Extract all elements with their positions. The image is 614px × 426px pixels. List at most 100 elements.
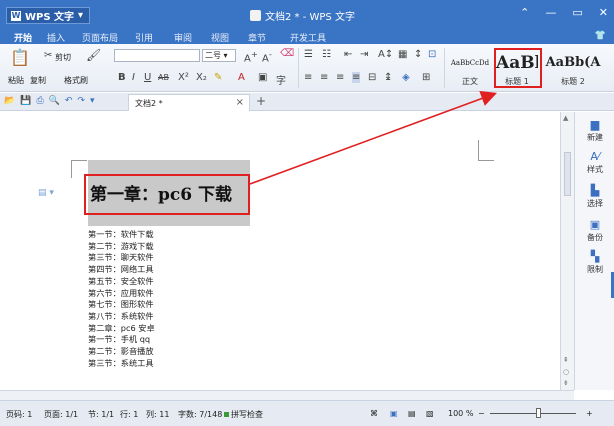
style-heading-2[interactable]: AaBb(A 标题 2 [543, 47, 603, 87]
shading-icon[interactable]: ◈ [402, 72, 410, 83]
tab-developer[interactable]: 开发工具 [290, 31, 326, 44]
style-normal[interactable]: AaBbCcDd 正文 [448, 47, 492, 87]
font-color-icon[interactable]: A [238, 72, 245, 83]
open-icon[interactable]: 📂 [4, 96, 15, 106]
zoom-in-icon[interactable]: + [586, 409, 593, 418]
status-pages: 页面: 1/1 [44, 410, 79, 419]
page-view-icon[interactable]: ▣ [390, 409, 398, 418]
distribute-icon[interactable]: ⊟ [368, 72, 376, 83]
print-icon[interactable]: ⎙ [36, 96, 43, 106]
align-right-icon[interactable]: ≡ [336, 72, 344, 83]
save-icon[interactable]: 💾 [20, 96, 31, 106]
close-icon[interactable]: ✕ [599, 6, 608, 19]
collapse-ribbon-icon[interactable]: ⌃ [520, 6, 529, 19]
shirt-icon[interactable]: 👕 [595, 31, 606, 41]
tab-references[interactable]: 引用 [135, 31, 153, 44]
document-canvas[interactable]: ▤ ▾ 第一章：pc6 下载 第一节：软件下载 第二节：游戏下载 第三节：聊天软… [0, 112, 560, 390]
sidebar-item-select[interactable]: ▙ 选择 [575, 184, 614, 209]
sidebar-item-backup[interactable]: ▣ 备份 [575, 218, 614, 243]
ribbon-divider [444, 48, 445, 88]
scroll-up-icon[interactable]: ▲ [563, 114, 568, 122]
annotation-highlight-box [494, 48, 542, 88]
copy-button[interactable]: 复制 [30, 75, 46, 86]
minimize-icon[interactable]: — [545, 6, 556, 19]
align-center-icon[interactable]: ≡ [320, 72, 328, 83]
protect-icon[interactable]: ⌘ [370, 409, 378, 418]
maximize-icon[interactable]: ▭ [572, 6, 582, 19]
status-bar: 页码: 1 页面: 1/1 节: 1/1 行: 1 列: 11 字数: 7/14… [0, 400, 614, 426]
justify-icon[interactable]: ≡ [352, 72, 361, 83]
zoom-slider[interactable] [490, 413, 576, 414]
bold-icon[interactable]: B [118, 72, 126, 83]
sidebar-item-restrict[interactable]: ▚ 限制 [575, 250, 614, 275]
line-spacing-icon[interactable]: ↨ [384, 72, 392, 83]
superscript-icon[interactable]: X² [178, 72, 189, 83]
document-body[interactable]: 第一节：软件下载 第二节：游戏下载 第三节：聊天软件 第四节：网络工具 第五节：… [88, 229, 155, 369]
cut-button[interactable]: 剪切 [55, 52, 71, 63]
title-bar: W WPS 文字 ▾ 文档2 * - WPS 文字 ⌃ — ▭ ✕ [0, 0, 614, 30]
status-page[interactable]: 页码: 1 [6, 409, 32, 420]
next-page-icon[interactable]: ⇟ [563, 379, 569, 387]
horizontal-scrollbar[interactable] [0, 390, 574, 400]
prev-page-icon[interactable]: ⇞ [563, 356, 569, 364]
zoom-level[interactable]: 100 % [448, 409, 473, 418]
new-tab-icon[interactable]: + [256, 94, 266, 108]
tab-chapter[interactable]: 章节 [248, 31, 266, 44]
sort-icon[interactable]: ↕ [414, 49, 422, 60]
reading-view-icon[interactable]: ▧ [426, 409, 434, 418]
numbering-icon[interactable]: ☷ [322, 49, 331, 60]
close-tab-icon[interactable]: × [236, 97, 244, 108]
char-shading-icon[interactable]: ▣ [258, 72, 267, 83]
font-size-select[interactable]: 二号 ▾ [202, 49, 236, 62]
status-col: 列: 11 [146, 410, 170, 419]
table-icon[interactable]: ▦ [398, 49, 407, 60]
scissors-icon[interactable]: ✂ [44, 50, 52, 61]
subscript-icon[interactable]: X₂ [196, 72, 207, 83]
outline-view-icon[interactable]: ▤ [408, 409, 416, 418]
zoom-out-icon[interactable]: − [478, 409, 485, 418]
customize-icon[interactable]: ▾ [90, 96, 95, 106]
undo-icon[interactable]: ↶ [65, 96, 73, 106]
scroll-thumb[interactable] [564, 152, 571, 196]
format-painter-button[interactable]: 格式刷 [64, 75, 88, 86]
tab-review[interactable]: 审阅 [174, 31, 192, 44]
highlight-icon[interactable]: ✎ [214, 72, 222, 83]
sidebar-item-styles[interactable]: A⁄ 样式 [575, 150, 614, 175]
list-item: 第六节：应用软件 [88, 287, 154, 298]
font-family-select[interactable] [114, 49, 200, 62]
tab-view[interactable]: 视图 [211, 31, 229, 44]
tab-home[interactable]: 开始 [14, 31, 32, 44]
redo-icon[interactable]: ↷ [77, 96, 85, 106]
text-direction-icon[interactable]: A↕ [378, 49, 393, 60]
tab-insert[interactable]: 插入 [47, 31, 65, 44]
clear-format-icon[interactable]: ⌫ [280, 48, 294, 59]
paragraph-icon[interactable]: ▤ ▾ [38, 188, 54, 198]
document-tab[interactable]: 文档2 * × [128, 94, 250, 111]
right-sidebar: ▆ 新建 A⁄ 样式 ▙ 选择 ▣ 备份 ▚ 限制 [574, 112, 614, 390]
brush-icon[interactable]: 🖌 [86, 48, 101, 62]
increase-indent-icon[interactable]: ⇥ [360, 49, 368, 60]
spell-check-toggle[interactable]: 拼写检查 [224, 409, 263, 420]
bullets-icon[interactable]: ☰ [304, 49, 313, 60]
document-icon [250, 10, 261, 21]
paste-button[interactable]: 粘贴 [8, 75, 24, 86]
italic-icon[interactable]: I [132, 72, 135, 83]
app-menu-button[interactable]: W WPS 文字 ▾ [6, 7, 91, 24]
strikethrough-icon[interactable]: AB [158, 73, 169, 82]
select-browse-icon[interactable]: ○ [563, 368, 569, 376]
sidebar-item-new[interactable]: ▆ 新建 [575, 118, 614, 143]
align-left-icon[interactable]: ≡ [304, 72, 312, 83]
zoom-slider-thumb[interactable] [536, 408, 541, 418]
phonetic-icon[interactable]: 字 [276, 72, 286, 87]
paste-icon[interactable]: 📋 [10, 48, 30, 67]
vertical-scrollbar[interactable]: ▲ ⇞ ○ ⇟ [560, 112, 574, 390]
decrease-indent-icon[interactable]: ⇤ [344, 49, 352, 60]
underline-icon[interactable]: U [144, 72, 151, 83]
print-preview-icon[interactable]: 🔍 [49, 96, 60, 106]
show-marks-icon[interactable]: ⊡ [428, 49, 436, 60]
tab-page-layout[interactable]: 页面布局 [82, 31, 118, 44]
border-icon[interactable]: ⊞ [422, 72, 430, 83]
shrink-font-icon[interactable]: A- [262, 49, 272, 64]
status-words[interactable]: 字数: 7/148 [178, 409, 222, 420]
grow-font-icon[interactable]: A+ [244, 49, 258, 64]
